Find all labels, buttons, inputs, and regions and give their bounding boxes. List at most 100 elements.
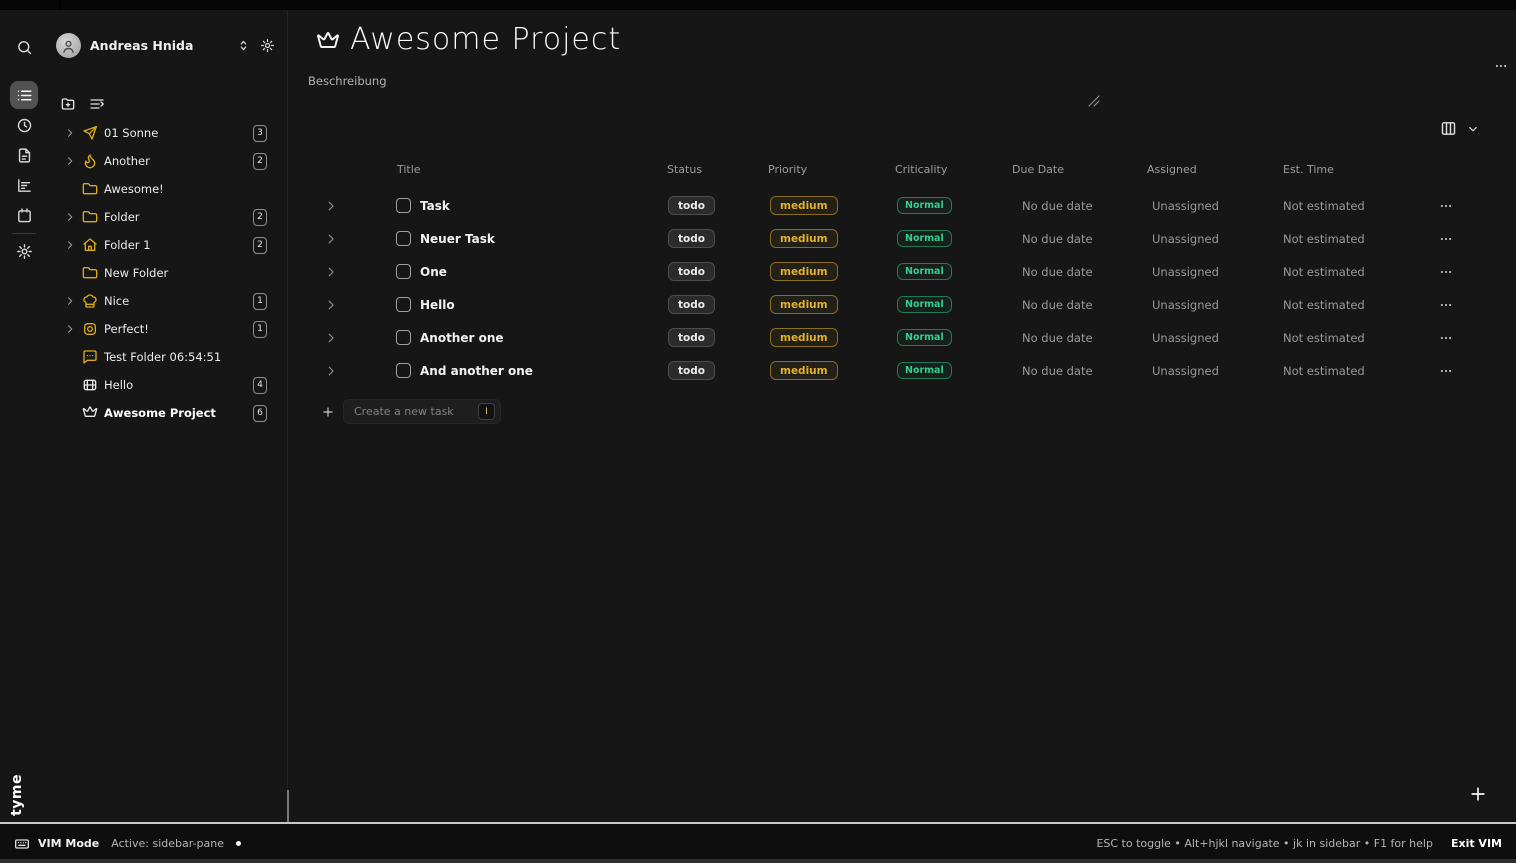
user-settings-gear-icon[interactable] [260,38,275,53]
count-badge: 1 [253,293,267,310]
chevron-right-icon[interactable] [64,239,76,251]
tree-item-folder-1[interactable]: Folder 1 2 [48,231,287,259]
view-controls [1440,120,1480,137]
task-checkbox[interactable] [396,363,411,378]
task-row[interactable]: Another one todo medium Normal No due da… [288,324,1516,352]
status-badge[interactable]: todo [668,328,715,347]
new-list-icon[interactable] [89,96,105,112]
plus-icon[interactable] [321,405,335,419]
count-badge: 1 [253,321,267,338]
documents-nav-button[interactable] [10,141,38,169]
est-time-value: Not estimated [1283,192,1365,220]
add-button[interactable] [1466,782,1490,806]
criticality-badge[interactable]: Normal [897,197,952,214]
description-input[interactable] [304,68,1098,110]
est-time-value: Not estimated [1283,324,1365,352]
active-pane-label: Active: sidebar-pane [111,837,224,850]
criticality-badge[interactable]: Normal [897,230,952,247]
chevrons-up-down-icon[interactable] [236,38,251,53]
row-more-icon[interactable] [1438,199,1454,213]
priority-badge[interactable]: medium [770,328,838,347]
time-nav-button[interactable] [10,111,38,139]
tree-item-new-folder[interactable]: New Folder [48,259,287,287]
calendar-nav-button[interactable] [10,201,38,229]
task-checkbox[interactable] [396,264,411,279]
count-badge: 3 [253,125,267,142]
settings-nav-button[interactable] [10,237,38,265]
criticality-badge[interactable]: Normal [897,263,952,280]
bottom-scrollbar[interactable] [0,859,1516,863]
chevron-right-icon[interactable] [64,295,76,307]
tree-item-label: Folder 1 [104,238,247,252]
task-checkbox[interactable] [396,330,411,345]
task-checkbox[interactable] [396,297,411,312]
row-more-icon[interactable] [1438,265,1454,279]
status-badge[interactable]: todo [668,196,715,215]
criticality-badge[interactable]: Normal [897,329,952,346]
task-checkbox[interactable] [396,231,411,246]
task-row[interactable]: Hello todo medium Normal No due date Una… [288,291,1516,319]
chevron-down-icon[interactable] [1466,122,1480,136]
row-more-icon[interactable] [1438,298,1454,312]
task-row[interactable]: And another one todo medium Normal No du… [288,357,1516,385]
task-title: Another one [420,324,504,352]
row-more-icon[interactable] [1438,331,1454,345]
task-title: Task [420,192,450,220]
message-square-icon [82,349,98,365]
expand-chevron-icon[interactable] [324,364,338,378]
tree-item-another[interactable]: Another 2 [48,147,287,175]
criticality-badge[interactable]: Normal [897,296,952,313]
tree-item-folder[interactable]: Folder 2 [48,203,287,231]
priority-badge[interactable]: medium [770,229,838,248]
row-more-icon[interactable] [1438,232,1454,246]
pane-resize-handle[interactable] [287,790,289,822]
status-badge[interactable]: todo [668,361,715,380]
chevron-right-icon[interactable] [64,323,76,335]
priority-badge[interactable]: medium [770,295,838,314]
status-badge[interactable]: todo [668,229,715,248]
count-badge: 4 [253,377,267,394]
row-more-icon[interactable] [1438,364,1454,378]
tree-item-test-folder[interactable]: Test Folder 06:54:51 [48,343,287,371]
chevron-right-icon[interactable] [64,155,76,167]
resize-grip-icon[interactable] [1088,95,1100,107]
avatar [56,33,81,58]
tree-item-awesome-project[interactable]: Awesome Project 6 [48,399,287,427]
expand-chevron-icon[interactable] [324,331,338,345]
tree-item-perfect[interactable]: Perfect! 1 [48,315,287,343]
status-badge[interactable]: todo [668,295,715,314]
search-button[interactable] [10,33,38,61]
chevron-right-icon[interactable] [64,211,76,223]
stats-nav-button[interactable] [10,171,38,199]
col-header-est-time: Est. Time [1283,163,1334,176]
task-checkbox[interactable] [396,198,411,213]
task-row[interactable]: One todo medium Normal No due date Unass… [288,258,1516,286]
task-title: One [420,258,447,286]
criticality-badge[interactable]: Normal [897,362,952,379]
est-time-value: Not estimated [1283,357,1365,385]
task-row[interactable]: Neuer Task todo medium Normal No due dat… [288,225,1516,253]
tree-item-nice[interactable]: Nice 1 [48,287,287,315]
columns-icon[interactable] [1440,120,1457,137]
tree-item-01-sonne[interactable]: 01 Sonne 3 [48,119,287,147]
expand-chevron-icon[interactable] [324,298,338,312]
priority-badge[interactable]: medium [770,361,838,380]
home-icon [82,237,98,253]
tree-item-awesome[interactable]: Awesome! [48,175,287,203]
chevron-right-icon[interactable] [64,127,76,139]
exit-vim-button[interactable]: Exit VIM [1451,837,1502,850]
status-badge[interactable]: todo [668,262,715,281]
tasks-nav-button[interactable] [10,81,38,109]
expand-chevron-icon[interactable] [324,199,338,213]
expand-chevron-icon[interactable] [324,265,338,279]
tree-item-hello[interactable]: Hello 4 [48,371,287,399]
priority-badge[interactable]: medium [770,196,838,215]
new-folder-icon[interactable] [60,96,76,112]
task-row[interactable]: Task todo medium Normal No due date Unas… [288,192,1516,220]
user-menu[interactable]: Andreas Hnida [48,32,287,58]
priority-badge[interactable]: medium [770,262,838,281]
count-badge: 2 [253,153,267,170]
project-more-icon[interactable] [1492,59,1510,73]
expand-chevron-icon[interactable] [324,232,338,246]
est-time-value: Not estimated [1283,225,1365,253]
